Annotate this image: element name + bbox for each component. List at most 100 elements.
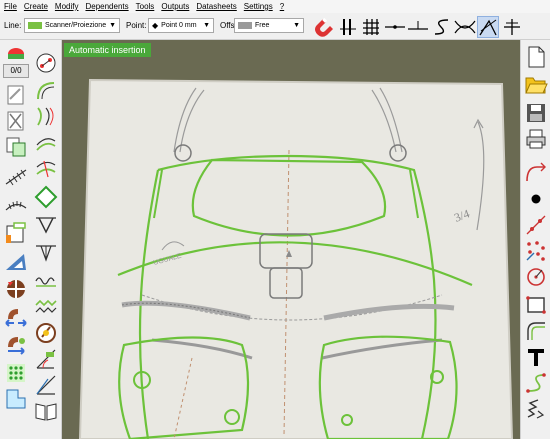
crosshair-icon (504, 19, 520, 35)
line-label: Line: (4, 21, 22, 30)
left-tool-panel: 0/0 (0, 40, 62, 439)
grading-grid-icon (7, 364, 25, 382)
line-select[interactable]: Scanner/Proiezione ▼ (24, 18, 120, 33)
point-label: Point: (126, 21, 147, 30)
point-tool-button[interactable] (523, 186, 549, 212)
parallel-snap-button[interactable] (337, 16, 359, 38)
edit-doc-button[interactable] (3, 82, 29, 108)
pleat-icon (36, 245, 56, 262)
menu-create[interactable]: Create (24, 2, 48, 11)
intersection-icon (454, 20, 476, 34)
selection-counter: 0/0 (3, 64, 29, 78)
circle-point-button[interactable] (523, 264, 549, 290)
menu-help[interactable]: ? (280, 2, 284, 11)
scatter-points-icon (526, 241, 545, 261)
s-curve-icon (434, 19, 449, 35)
mirror-tool-button[interactable] (3, 304, 29, 330)
dart-icon (36, 217, 56, 234)
open-book-icon (35, 403, 57, 421)
printer-icon (526, 129, 546, 149)
measure-tool-button[interactable] (3, 220, 29, 246)
layout-pieces-button[interactable] (3, 386, 29, 412)
curve-path-button[interactable] (523, 370, 549, 396)
open-file-button[interactable] (523, 72, 549, 98)
parallel-curve-button[interactable] (33, 130, 59, 156)
menu-settings[interactable]: Settings (244, 2, 273, 11)
cross-tool-button[interactable] (501, 16, 523, 38)
notch-tool-button[interactable] (3, 192, 29, 218)
point-select[interactable]: ◆ Point 0 mm ▼ (148, 18, 214, 33)
dual-curve-icon (37, 107, 54, 126)
menu-datasheets[interactable]: Datasheets (196, 2, 236, 11)
menu-bar: File Create Modify Dependents Tools Outp… (0, 0, 550, 13)
triangle-tool-button[interactable] (3, 248, 29, 274)
spring-tool-button[interactable] (523, 396, 549, 422)
line-tool-button[interactable] (384, 16, 406, 38)
rotate-piece-icon (7, 280, 25, 298)
ruffle-tool-button[interactable] (33, 268, 59, 294)
arc-tool-button[interactable] (33, 78, 59, 104)
curve-point-icon (526, 162, 546, 182)
annotate-tool-button[interactable] (33, 346, 59, 372)
text-tool-button[interactable] (523, 344, 549, 370)
angle-tool-button[interactable] (477, 16, 499, 38)
line-select-value: Scanner/Proiezione (45, 22, 107, 29)
rectangle-icon (526, 296, 546, 314)
angle-icon (479, 19, 497, 36)
flip-piece-icon (8, 337, 25, 355)
offset-select[interactable]: Free ▼ (234, 18, 304, 33)
rounded-corner-button[interactable] (523, 318, 549, 344)
rotate-tool-button[interactable] (3, 276, 29, 302)
zigzag-tool-button[interactable] (33, 294, 59, 320)
right-tool-panel (520, 40, 550, 439)
menu-modify[interactable]: Modify (55, 2, 79, 11)
set-square-icon (6, 254, 26, 270)
new-file-button[interactable] (523, 44, 549, 70)
new-document-icon (528, 46, 545, 68)
menu-outputs[interactable]: Outputs (161, 2, 189, 11)
intersection-tool-button[interactable] (454, 16, 476, 38)
menu-file[interactable]: File (4, 2, 17, 11)
chevron-down-icon: ▼ (293, 22, 300, 29)
magnet-snap-button[interactable] (313, 16, 335, 38)
scatter-points-button[interactable] (523, 238, 549, 264)
curve-end-button[interactable] (523, 160, 549, 186)
scissors-tool-button[interactable] (33, 156, 59, 182)
pleat-tool-button[interactable] (33, 240, 59, 266)
layout-pieces-icon (6, 389, 26, 409)
magnet-icon (315, 17, 333, 37)
delete-document-icon (7, 111, 24, 131)
floppy-disk-icon (527, 104, 545, 122)
grid-pieces-button[interactable] (3, 360, 29, 386)
canvas-drawing: 3/4 UGUALE (78, 78, 514, 439)
menu-tools[interactable]: Tools (136, 2, 155, 11)
segment-points-button[interactable] (523, 212, 549, 238)
rectangle-tool-button[interactable] (523, 292, 549, 318)
print-button[interactable] (523, 126, 549, 152)
dart-tool-button[interactable] (33, 212, 59, 238)
offset-line-button[interactable] (407, 16, 429, 38)
wave-edge-icon (35, 277, 56, 287)
menu-dependents[interactable]: Dependents (85, 2, 128, 11)
copy-sheets-button[interactable] (3, 134, 29, 160)
book-tool-button[interactable] (33, 398, 59, 424)
top-toolbar: Line: Scanner/Proiezione ▼ Point: ◆ Poin… (0, 13, 550, 40)
edit-document-icon (7, 85, 24, 105)
offset-select-value: Free (255, 22, 270, 29)
drawing-canvas[interactable]: 3/4 UGUALE (62, 40, 520, 439)
seam-tool-button[interactable] (3, 164, 29, 190)
point-measure-button[interactable] (33, 50, 59, 76)
grid-snap-button[interactable] (360, 16, 382, 38)
angle-measure-button[interactable] (33, 372, 59, 398)
polygon-tool-button[interactable] (33, 184, 59, 210)
compass-tool-button[interactable] (33, 320, 59, 346)
offset-swatch (238, 22, 252, 29)
flip-tool-button[interactable] (3, 332, 29, 358)
point-diamond-icon: ◆ (152, 21, 159, 30)
delete-doc-button[interactable] (3, 108, 29, 134)
dual-curve-button[interactable] (33, 104, 59, 130)
arc-curve-icon (37, 82, 55, 100)
curve-tool-button[interactable] (431, 16, 453, 38)
line-segment-icon (385, 25, 405, 29)
save-button[interactable] (523, 100, 549, 126)
